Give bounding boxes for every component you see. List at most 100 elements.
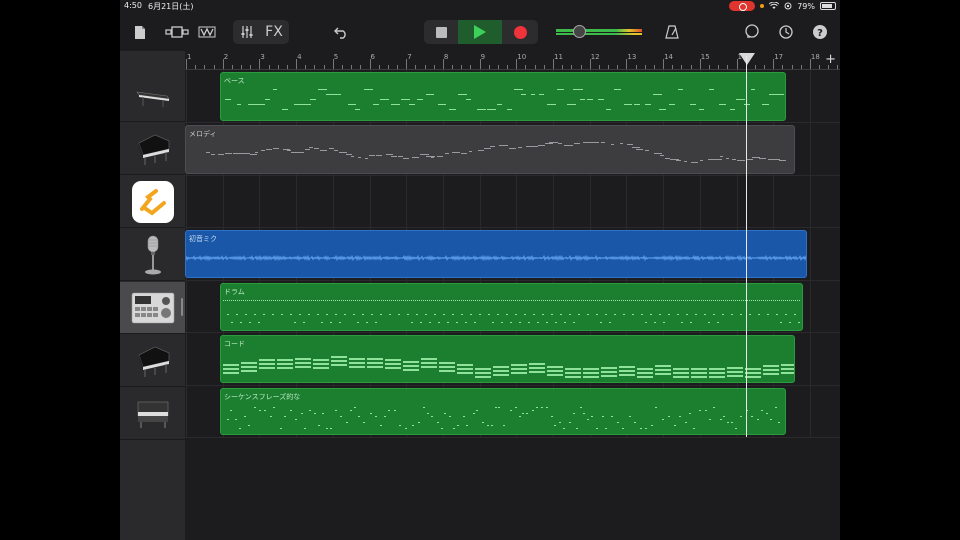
track-header-vocal[interactable] bbox=[120, 229, 185, 281]
track-header-bass[interactable] bbox=[120, 70, 185, 122]
add-section-icon[interactable]: + bbox=[825, 52, 836, 67]
midi-note bbox=[223, 371, 239, 374]
track-header-drums[interactable] bbox=[120, 282, 185, 334]
midi-note bbox=[319, 149, 327, 151]
ruler-tick bbox=[663, 59, 665, 69]
region-drums[interactable]: ドラム bbox=[220, 283, 803, 331]
midi-note bbox=[513, 89, 524, 90]
midi-note bbox=[509, 410, 512, 411]
play-button[interactable] bbox=[458, 20, 502, 44]
midi-note bbox=[556, 89, 565, 90]
midi-note bbox=[622, 428, 625, 429]
midi-note bbox=[254, 314, 256, 315]
midi-note bbox=[726, 422, 729, 423]
track-header-melody[interactable] bbox=[120, 123, 185, 175]
midi-note bbox=[487, 425, 490, 426]
settings-button[interactable] bbox=[776, 22, 796, 42]
ruler-tick bbox=[828, 65, 830, 69]
track-header-sequence[interactable] bbox=[120, 388, 185, 440]
midi-note bbox=[555, 322, 557, 323]
midi-note bbox=[339, 322, 341, 323]
midi-note bbox=[375, 155, 382, 157]
midi-note bbox=[402, 158, 410, 160]
record-button[interactable] bbox=[502, 20, 538, 44]
grid-line bbox=[809, 70, 811, 438]
midi-note bbox=[367, 365, 383, 368]
midi-note bbox=[264, 99, 271, 100]
midi-note bbox=[443, 314, 445, 315]
midi-note bbox=[758, 314, 760, 315]
track-header-chords[interactable] bbox=[120, 335, 185, 387]
midi-note bbox=[363, 89, 373, 90]
midi-note bbox=[236, 104, 242, 105]
region-bass[interactable]: ベース bbox=[220, 72, 786, 121]
midi-note bbox=[780, 322, 782, 323]
midi-note bbox=[439, 365, 455, 368]
midi-note bbox=[704, 410, 707, 411]
midi-note bbox=[628, 416, 631, 417]
ruler-tick bbox=[800, 65, 802, 69]
track-controls-button[interactable] bbox=[237, 22, 257, 42]
document-icon bbox=[135, 25, 145, 39]
region-melody[interactable]: メロディ bbox=[185, 125, 795, 174]
region-chords[interactable]: コード bbox=[220, 335, 795, 383]
midi-note bbox=[273, 407, 276, 408]
browser-button[interactable] bbox=[164, 22, 190, 42]
midi-note bbox=[407, 314, 409, 315]
midi-note bbox=[277, 366, 293, 369]
help-button[interactable]: ? bbox=[810, 22, 830, 42]
midi-note bbox=[777, 422, 780, 423]
track-header-plugin[interactable] bbox=[120, 176, 185, 228]
midi-note bbox=[448, 109, 457, 110]
midi-note bbox=[665, 157, 670, 159]
region-vocal[interactable]: 初音ミク bbox=[185, 230, 807, 278]
undo-button[interactable] bbox=[331, 22, 351, 42]
midi-note bbox=[492, 322, 494, 323]
midi-note bbox=[329, 428, 332, 429]
ruler-tick bbox=[250, 65, 252, 69]
fx-button[interactable]: FX bbox=[261, 22, 287, 42]
region-sequence[interactable]: シーケンスフレーズ的な bbox=[220, 388, 786, 435]
playhead-handle[interactable] bbox=[739, 53, 755, 65]
ruler-tick bbox=[644, 65, 646, 69]
midi-note bbox=[223, 367, 239, 370]
midi-note bbox=[282, 109, 288, 110]
tracks-view-button[interactable] bbox=[196, 22, 218, 42]
midi-note bbox=[235, 419, 238, 420]
stop-button[interactable] bbox=[424, 20, 458, 44]
midi-note bbox=[437, 155, 444, 157]
ruler-tick bbox=[791, 65, 793, 69]
ruler-tick bbox=[452, 65, 454, 69]
master-volume-slider[interactable] bbox=[556, 25, 646, 38]
midi-note bbox=[269, 416, 272, 417]
midi-note bbox=[532, 410, 535, 411]
midi-note bbox=[309, 146, 313, 148]
my-songs-button[interactable] bbox=[132, 22, 148, 42]
midi-note bbox=[530, 94, 535, 95]
record-icon bbox=[513, 25, 527, 39]
loop-browser-button[interactable] bbox=[742, 22, 762, 42]
midi-note bbox=[668, 314, 670, 315]
midi-note bbox=[326, 314, 328, 315]
ruler-tick bbox=[213, 65, 215, 69]
help-icon: ? bbox=[813, 25, 827, 39]
midi-note bbox=[295, 362, 311, 365]
midi-note bbox=[349, 366, 365, 369]
midi-note bbox=[353, 314, 355, 315]
midi-note bbox=[596, 428, 599, 429]
midi-note bbox=[475, 410, 478, 411]
playhead-line[interactable] bbox=[746, 56, 747, 437]
ruler-tick bbox=[296, 59, 298, 69]
midi-note bbox=[730, 422, 733, 423]
midi-note bbox=[708, 322, 710, 323]
midi-note bbox=[481, 422, 484, 423]
metronome-button[interactable] bbox=[663, 22, 681, 42]
midi-note bbox=[443, 413, 446, 414]
midi-note bbox=[314, 413, 317, 414]
midi-note bbox=[398, 425, 401, 426]
midi-note bbox=[601, 142, 605, 144]
gear-icon bbox=[779, 25, 793, 39]
volume-knob[interactable] bbox=[573, 25, 586, 38]
midi-note bbox=[637, 372, 653, 374]
midi-note bbox=[776, 314, 778, 315]
